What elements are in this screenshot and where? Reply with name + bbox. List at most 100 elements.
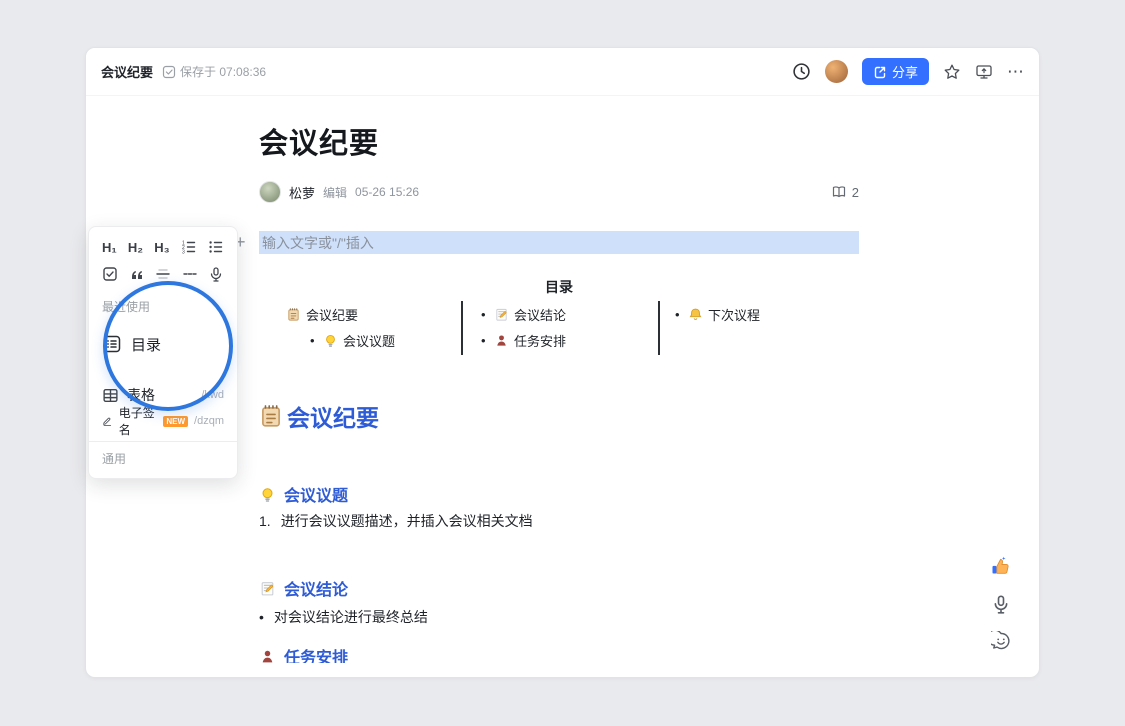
toc-link-tasks[interactable]: • 任务安排	[481, 327, 658, 353]
general-section-label: 通用	[89, 450, 237, 466]
toc-column-3: • 下次议程	[660, 301, 859, 355]
topbar: 会议纪要 保存于 07:08:36	[86, 48, 1039, 96]
menu-item-signature[interactable]: 电子签名 NEW /dzqm	[89, 410, 237, 432]
section-heading-label: 会议结论	[284, 576, 348, 600]
toc-link-label: 会议纪要	[306, 305, 358, 324]
section-heading-label: 会议议题	[284, 482, 348, 506]
paragraph-text: 进行会议议题描述，并插入会议相关文档	[281, 511, 533, 531]
meta-action: 编辑	[323, 184, 347, 201]
window-doc-title: 会议纪要	[101, 62, 153, 81]
paragraph-topic[interactable]: 1. 进行会议议题描述，并插入会议相关文档	[259, 511, 533, 531]
new-badge: NEW	[163, 416, 188, 427]
share-button-label: 分享	[892, 62, 918, 81]
section-heading-topic[interactable]: 会议议题	[259, 482, 348, 506]
bullet: •	[481, 333, 494, 348]
memo-icon	[494, 307, 509, 322]
floating-actions	[988, 554, 1014, 654]
section-heading-conclusion[interactable]: 会议结论	[259, 576, 348, 600]
divider-icon[interactable]	[155, 266, 171, 282]
menu-item-table[interactable]: 表格 /kwd	[89, 384, 237, 406]
notepad-icon	[258, 403, 284, 429]
dashed-line-icon[interactable]	[182, 266, 198, 282]
doc-meta-row: 松萝 编辑 05-26 15:26 2	[259, 181, 859, 203]
menu-item-shortcut: /kwd	[201, 389, 224, 401]
bullet: •	[259, 609, 264, 625]
toc-link-conclusion[interactable]: • 会议结论	[481, 301, 658, 327]
save-status-text: 保存于 07:08:36	[180, 63, 266, 80]
notepad-icon	[286, 307, 301, 322]
menu-item-toc[interactable]: 目录	[89, 328, 237, 360]
block-toolbar-row	[89, 264, 237, 284]
lightbulb-icon	[323, 333, 338, 348]
toc-column-1: 会议纪要 • 会议议题	[259, 301, 461, 355]
microphone-icon[interactable]	[208, 266, 224, 282]
toc-link-label: 会议结论	[514, 305, 566, 324]
history-icon[interactable]	[792, 62, 811, 81]
pen-icon	[102, 414, 113, 428]
toc-link-next[interactable]: • 下次议程	[675, 301, 859, 327]
bullet: •	[481, 307, 494, 322]
bullet-list-icon[interactable]	[208, 239, 224, 255]
present-screen-icon[interactable]	[975, 63, 993, 81]
quote-icon[interactable]	[129, 266, 145, 282]
add-block-icon[interactable]: +	[235, 232, 259, 253]
heading1-button[interactable]: H₁	[102, 240, 117, 255]
book-icon	[831, 184, 847, 200]
toc-link-label: 会议议题	[343, 331, 395, 350]
toc-link-label: 任务安排	[514, 331, 566, 350]
read-count-value: 2	[852, 185, 859, 200]
toc-link-main[interactable]: 会议纪要	[286, 301, 461, 327]
heading2-button[interactable]: H₂	[128, 240, 143, 255]
section-heading-label: 会议纪要	[287, 399, 379, 433]
desktop-background: 会议纪要 保存于 07:08:36	[0, 0, 1125, 726]
empty-block-row: + 输入文字或"/"插入	[235, 231, 859, 254]
section-heading-tasks[interactable]: 任务安排	[259, 649, 348, 663]
section-heading-main[interactable]: 会议纪要	[258, 399, 379, 433]
meta-time: 05-26 15:26	[355, 185, 419, 199]
menu-item-label: 表格	[127, 385, 155, 405]
saved-check-icon	[162, 65, 176, 79]
star-icon[interactable]	[943, 63, 961, 81]
paragraph-conclusion[interactable]: • 对会议结论进行最终总结	[259, 607, 428, 627]
menu-divider	[89, 441, 237, 442]
author-name[interactable]: 松萝	[289, 183, 315, 202]
toc-block-icon	[102, 334, 122, 354]
user-avatar[interactable]	[825, 60, 848, 83]
comment-button[interactable]	[988, 628, 1014, 654]
read-count[interactable]: 2	[831, 184, 859, 200]
heading3-button[interactable]: H₃	[154, 240, 169, 255]
bullet: •	[675, 307, 688, 322]
voice-button[interactable]	[988, 591, 1014, 617]
topbar-right: 分享 ⋯	[792, 58, 1024, 85]
more-icon[interactable]: ⋯	[1007, 63, 1024, 80]
table-icon	[102, 387, 119, 404]
menu-item-shortcut: /dzqm	[194, 415, 224, 427]
topbar-left: 会议纪要 保存于 07:08:36	[101, 62, 266, 81]
recent-section-label: 最近使用	[89, 298, 237, 314]
insert-menu-panel: H₁ H₂ H₃ 1 2 3	[88, 226, 238, 479]
bullet: •	[310, 333, 323, 348]
checkbox-icon[interactable]	[102, 266, 118, 282]
share-button[interactable]: 分享	[862, 58, 929, 85]
doc-title[interactable]: 会议纪要	[259, 120, 379, 162]
author-avatar[interactable]	[259, 181, 281, 203]
menu-item-label: 目录	[131, 334, 161, 355]
bell-icon	[688, 307, 703, 322]
list-number: 1.	[259, 513, 271, 529]
save-status: 保存于 07:08:36	[162, 63, 266, 80]
person-icon	[494, 333, 509, 348]
thumbs-up-icon	[989, 555, 1013, 579]
text-input-block[interactable]: 输入文字或"/"插入	[259, 231, 859, 254]
comment-smile-icon	[991, 631, 1011, 651]
praise-button[interactable]	[988, 554, 1014, 580]
toc-link-topic[interactable]: • 会议议题	[286, 327, 461, 353]
svg-text:3: 3	[182, 249, 185, 255]
toc-heading[interactable]: 目录	[259, 277, 859, 297]
ordered-list-icon[interactable]: 1 2 3	[181, 239, 197, 255]
person-icon	[259, 649, 276, 663]
menu-item-label: 电子签名	[119, 404, 156, 438]
share-icon	[873, 65, 887, 79]
heading-toolbar-row: H₁ H₂ H₃ 1 2 3	[89, 227, 237, 258]
paragraph-text: 对会议结论进行最终总结	[274, 607, 428, 627]
microphone-icon	[991, 594, 1011, 614]
